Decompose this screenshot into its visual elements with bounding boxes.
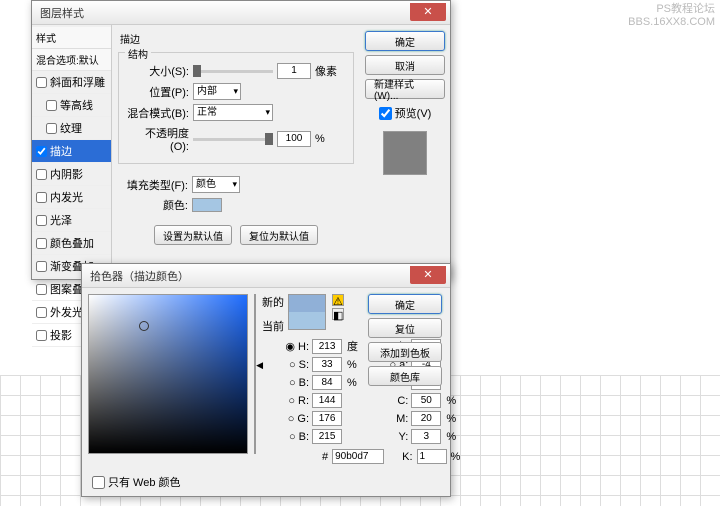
bv-input[interactable] [312,429,342,444]
h-input[interactable] [312,339,342,354]
checkbox[interactable] [36,215,47,226]
titlebar[interactable]: 图层样式 ✕ [32,1,450,25]
r-input[interactable] [312,393,342,408]
y-input[interactable] [411,429,441,444]
style-item-texture[interactable]: 纹理 [32,117,111,140]
checkbox[interactable] [36,330,47,341]
b-radio[interactable]: ○ B: [262,377,309,389]
add-swatch-button[interactable]: 添加到色板 [368,342,442,362]
size-label: 大小(S): [127,63,189,79]
picker-title: 拾色器（描边颜色） [86,268,189,284]
color-label: 颜色: [126,197,188,213]
style-item-bevel[interactable]: 斜面和浮雕 [32,71,111,94]
checkbox[interactable] [46,100,57,111]
position-dropdown[interactable]: 内部 [193,83,241,100]
h-radio[interactable]: ◉ H: [262,340,309,353]
checkbox[interactable] [46,123,57,134]
stroke-panel: 描边 结构 大小(S):1像素 位置(P):内部 混合模式(B):正常 不透明度… [112,25,360,279]
g-radio[interactable]: ○ G: [262,413,309,425]
new-current-swatch[interactable] [288,294,326,330]
checkbox[interactable] [36,146,47,157]
hue-slider[interactable]: ◀ [254,294,256,454]
style-item-contour[interactable]: 等高线 [32,94,111,117]
r-radio[interactable]: ○ R: [262,395,309,407]
style-list: 样式 混合选项:默认 斜面和浮雕 等高线 纹理 描边 内阴影 内发光 光泽 颜色… [32,25,112,279]
s-radio[interactable]: ○ S: [262,359,309,371]
style-item-color-overlay[interactable]: 颜色叠加 [32,232,111,255]
layer-style-dialog: 图层样式 ✕ 样式 混合选项:默认 斜面和浮雕 等高线 纹理 描边 内阴影 内发… [31,0,451,280]
k-input[interactable] [417,449,447,464]
checkbox[interactable] [36,284,47,295]
color-picker-dialog: 拾色器（描边颜色） ✕ ◀ 新的当前 ⚠ ◧ ◉ H:度 ○ L: [81,263,451,497]
new-label: 新的 [262,294,284,310]
close-icon[interactable]: ✕ [410,3,446,21]
checkbox[interactable] [36,169,47,180]
picker-cursor[interactable] [139,321,149,331]
bb-input[interactable] [312,375,342,390]
titlebar[interactable]: 拾色器（描边颜色） ✕ [82,264,450,288]
checkbox[interactable] [36,192,47,203]
web-only-check[interactable]: 只有 Web 颜色 [92,474,181,490]
m-input[interactable] [411,411,441,426]
set-default-button[interactable]: 设置为默认值 [154,225,232,245]
opacity-label: 不透明度(O): [127,125,189,153]
watermark-line2: BBS.16XX8.COM [628,16,715,29]
close-icon[interactable]: ✕ [410,266,446,284]
reset-default-button[interactable]: 复位为默认值 [240,225,318,245]
checkbox[interactable] [36,307,47,318]
stroke-color-swatch[interactable] [192,198,222,212]
cancel-button[interactable]: 取消 [365,55,445,75]
style-item-inner-glow[interactable]: 内发光 [32,186,111,209]
filltype-label: 填充类型(F): [126,177,188,193]
current-label: 当前 [262,318,284,334]
s-input[interactable] [312,357,342,372]
preview-swatch [383,131,427,175]
style-item-satin[interactable]: 光泽 [32,209,111,232]
g-input[interactable] [312,411,342,426]
opacity-slider[interactable] [193,138,273,141]
checkbox[interactable] [36,238,47,249]
picker-ok-button[interactable]: 确定 [368,294,442,314]
new-style-button[interactable]: 新建样式(W)... [365,79,445,99]
checkbox[interactable] [36,261,47,272]
preview-check[interactable]: 预览(V) [379,105,432,121]
size-slider[interactable] [193,70,273,73]
hex-input[interactable] [332,449,384,464]
style-item-inner-shadow[interactable]: 内阴影 [32,163,111,186]
blend-default[interactable]: 混合选项:默认 [32,49,111,71]
dialog-title: 图层样式 [36,5,84,21]
blend-dropdown[interactable]: 正常 [193,104,273,121]
checkbox[interactable] [36,77,47,88]
opacity-input[interactable]: 100 [277,131,311,147]
color-field[interactable] [88,294,248,454]
filltype-dropdown[interactable]: 颜色 [192,176,240,193]
right-column: 确定 取消 新建样式(W)... 预览(V) [360,25,450,279]
struct-label: 结构 [125,46,151,61]
panel-header: 描边 [120,31,354,46]
c-input[interactable] [411,393,441,408]
blend-label: 混合模式(B): [127,105,189,121]
bv-radio[interactable]: ○ B: [262,431,309,443]
style-item-stroke[interactable]: 描边 [32,140,111,163]
watermark-line1: PS教程论坛 [628,3,715,16]
size-input[interactable]: 1 [277,63,311,79]
picker-cancel-button[interactable]: 复位 [368,318,442,338]
ok-button[interactable]: 确定 [365,31,445,51]
cube-icon[interactable]: ◧ [332,308,344,320]
warning-icon[interactable]: ⚠ [332,294,344,306]
color-lib-button[interactable]: 颜色库 [368,366,442,386]
styles-header[interactable]: 样式 [32,27,111,49]
pos-label: 位置(P): [127,84,189,100]
